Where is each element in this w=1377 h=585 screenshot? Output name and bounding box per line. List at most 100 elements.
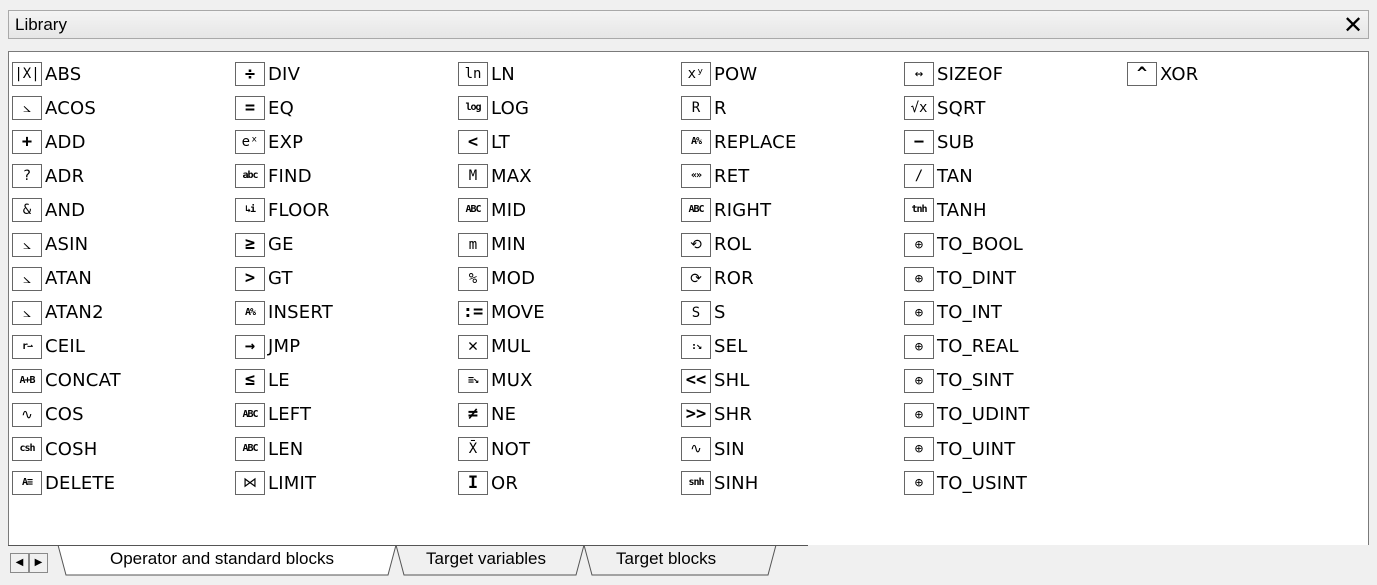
library-item-exp[interactable]: eˣ EXP <box>235 125 458 159</box>
library-item-acos[interactable]: ⦣ ACOS <box>12 91 235 125</box>
library-item-to-real[interactable]: ⊕ TO_REAL <box>904 330 1127 364</box>
library-item-gt[interactable]: > GT <box>235 262 458 296</box>
tab-target-variables[interactable]: Target variables <box>406 545 566 575</box>
library-item-eq[interactable]: = EQ <box>235 91 458 125</box>
empty-cell <box>1127 262 1350 296</box>
library-item-and[interactable]: & AND <box>12 193 235 227</box>
library-item-sel[interactable]: :↘ SEL <box>681 330 904 364</box>
library-item-ceil[interactable]: r⇀ CEIL <box>12 330 235 364</box>
library-item-to-int[interactable]: ⊕ TO_INT <box>904 296 1127 330</box>
library-item-shr[interactable]: >> SHR <box>681 398 904 432</box>
lt-icon: < <box>458 130 488 155</box>
library-item-to-sint[interactable]: ⊕ TO_SINT <box>904 364 1127 398</box>
library-item-mul[interactable]: ✕ MUL <box>458 330 681 364</box>
library-item-len[interactable]: ABC LEN <box>235 432 458 466</box>
left-icon: ABC <box>235 402 265 427</box>
library-item-label: ROR <box>714 268 754 290</box>
library-item-mux[interactable]: ≡↘ MUX <box>458 364 681 398</box>
len-icon: ABC <box>235 437 265 462</box>
tab-label: Target blocks <box>616 549 717 568</box>
library-item-label: MAX <box>491 165 532 187</box>
limit-icon: ⋈ <box>235 471 265 496</box>
library-item-max[interactable]: M MAX <box>458 159 681 193</box>
library-panel: |X| ABS ⦣ ACOS + ADD? ADR & AND ⦣ ASIN ⦣ ATAN ⦣ ATAN2 r… <box>8 51 1369 579</box>
library-item-ret[interactable]: «» RET <box>681 159 904 193</box>
library-item-jmp[interactable]: → JMP <box>235 330 458 364</box>
library-item-not[interactable]: X̄ NOT <box>458 432 681 466</box>
library-item-label: CEIL <box>45 336 86 358</box>
library-item-to-udint[interactable]: ⊕ TO_UDINT <box>904 398 1127 432</box>
library-item-to-uint[interactable]: ⊕ TO_UINT <box>904 432 1127 466</box>
library-item-sqrt[interactable]: √x SQRT <box>904 91 1127 125</box>
library-item-label: ABS <box>45 63 82 85</box>
library-item-min[interactable]: m MIN <box>458 227 681 261</box>
library-item-label: TO_REAL <box>937 336 1019 358</box>
library-item-ne[interactable]: ≠ NE <box>458 398 681 432</box>
library-item-tanh[interactable]: tnh TANH <box>904 193 1127 227</box>
library-item-to-bool[interactable]: ⊕ TO_BOOL <box>904 227 1127 261</box>
library-item-label: S <box>714 302 726 324</box>
library-item-move[interactable]: := MOVE <box>458 296 681 330</box>
library-item-label: DIV <box>268 63 301 85</box>
library-item-label: ACOS <box>45 97 96 119</box>
library-item-label: DELETE <box>45 472 116 494</box>
library-item-or[interactable]: I OR <box>458 466 681 500</box>
library-item-limit[interactable]: ⋈ LIMIT <box>235 466 458 500</box>
ret-icon: «» <box>681 164 711 189</box>
library-item-ror[interactable]: ⟳ ROR <box>681 262 904 296</box>
library-item-mid[interactable]: ABC MID <box>458 193 681 227</box>
jmp-icon: → <box>235 334 265 359</box>
library-item-rol[interactable]: ⟲ ROL <box>681 227 904 261</box>
library-item-lt[interactable]: < LT <box>458 125 681 159</box>
or-icon: I <box>458 471 488 496</box>
to-usint-icon: ⊕ <box>904 471 934 496</box>
library-item-s[interactable]: SS <box>681 296 904 330</box>
library-item-sizeof[interactable]: ↔ SIZEOF <box>904 57 1127 91</box>
floor-icon: ↳i <box>235 198 265 223</box>
library-item-sinh[interactable]: snh SINH <box>681 466 904 500</box>
library-item-log[interactable]: log LOG <box>458 91 681 125</box>
library-item-asin[interactable]: ⦣ ASIN <box>12 227 235 261</box>
library-item-shl[interactable]: << SHL <box>681 364 904 398</box>
library-item-abs[interactable]: |X| ABS <box>12 57 235 91</box>
library-item-label: EQ <box>268 97 294 119</box>
library-item-atan2[interactable]: ⦣ ATAN2 <box>12 296 235 330</box>
library-item-delete[interactable]: A≡ DELETE <box>12 466 235 500</box>
library-item-pow[interactable]: xʸ POW <box>681 57 904 91</box>
library-item-div[interactable]: ÷ DIV <box>235 57 458 91</box>
library-item-xor[interactable]: ^ XOR <box>1127 57 1350 91</box>
library-item-le[interactable]: ≤ LE <box>235 364 458 398</box>
library-item-ln[interactable]: ln LN <box>458 57 681 91</box>
tab-operator-and-standard-blocks[interactable]: Operator and standard blocks <box>90 545 354 575</box>
library-item-floor[interactable]: ↳i FLOOR <box>235 193 458 227</box>
library-item-mod[interactable]: % MOD <box>458 262 681 296</box>
library-item-ge[interactable]: ≥ GE <box>235 227 458 261</box>
library-item-label: LEFT <box>268 404 312 426</box>
library-item-r[interactable]: RR <box>681 91 904 125</box>
tab-target-blocks[interactable]: Target blocks <box>596 545 736 575</box>
concat-icon: A+B <box>12 368 42 393</box>
library-item-tan[interactable]: / TAN <box>904 159 1127 193</box>
close-button[interactable]: ✕ <box>1340 12 1366 38</box>
library-item-cos[interactable]: ∿ COS <box>12 398 235 432</box>
library-item-adr[interactable]: ? ADR <box>12 159 235 193</box>
sin-icon: ∿ <box>681 437 711 462</box>
cos-icon: ∿ <box>12 402 42 427</box>
library-item-atan[interactable]: ⦣ ATAN <box>12 262 235 296</box>
library-item-insert[interactable]: A% INSERT <box>235 296 458 330</box>
library-item-cosh[interactable]: csh COSH <box>12 432 235 466</box>
library-item-sub[interactable]: − SUB <box>904 125 1127 159</box>
library-item-to-dint[interactable]: ⊕ TO_DINT <box>904 262 1127 296</box>
library-item-replace[interactable]: A% REPLACE <box>681 125 904 159</box>
library-item-label: RIGHT <box>714 199 772 221</box>
library-item-find[interactable]: abc FIND <box>235 159 458 193</box>
library-item-right[interactable]: ABC RIGHT <box>681 193 904 227</box>
tab-label: Target variables <box>426 549 547 568</box>
insert-icon: A% <box>235 300 265 325</box>
library-item-concat[interactable]: A+B CONCAT <box>12 364 235 398</box>
library-item-left[interactable]: ABC LEFT <box>235 398 458 432</box>
library-item-add[interactable]: + ADD <box>12 125 235 159</box>
library-item-label: NE <box>491 404 517 426</box>
library-item-to-usint[interactable]: ⊕ TO_USINT <box>904 466 1127 500</box>
library-item-sin[interactable]: ∿ SIN <box>681 432 904 466</box>
